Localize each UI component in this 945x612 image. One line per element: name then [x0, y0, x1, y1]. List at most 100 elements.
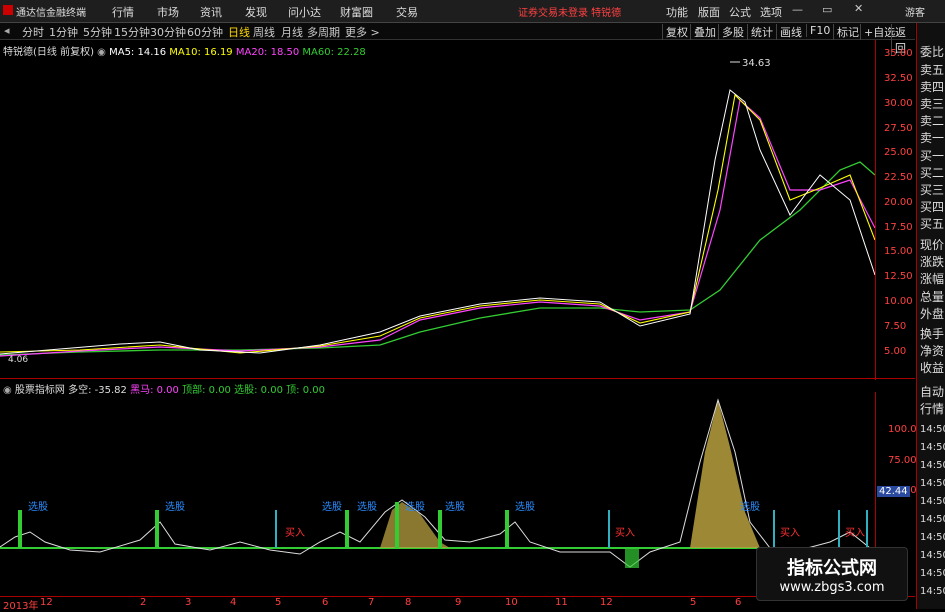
- price-tick: 30.00: [884, 98, 913, 109]
- side-item[interactable]: 换手: [920, 327, 944, 341]
- side-item[interactable]: 外盘: [920, 307, 944, 321]
- arrow-left-icon[interactable]: ◂: [4, 24, 10, 37]
- period-daily[interactable]: 日线: [228, 24, 250, 40]
- btn-huaxian[interactable]: 画线: [776, 24, 802, 40]
- menu-gongshi[interactable]: 公式: [729, 4, 751, 20]
- period-monthly[interactable]: 月线: [281, 24, 303, 40]
- side-item[interactable]: 净资: [920, 344, 944, 358]
- btn-zixuan[interactable]: +自选: [860, 24, 895, 40]
- side-item[interactable]: 卖三: [920, 97, 944, 111]
- menu-gongneng[interactable]: 功能: [666, 4, 688, 20]
- date-tick: 10: [505, 597, 518, 608]
- period-more[interactable]: 更多 >: [345, 24, 380, 40]
- negative-bar: [625, 548, 639, 568]
- app-logo-icon: [3, 5, 13, 15]
- indicator-axis: 100.0 75.00 50.00 42.44: [875, 392, 917, 567]
- indicator-current-value: 42.44: [877, 486, 910, 497]
- side-item[interactable]: 自动: [920, 385, 944, 399]
- restore-icon[interactable]: ▭: [822, 3, 832, 16]
- ma10-line: [0, 93, 875, 354]
- buy-label: 买入: [845, 527, 865, 539]
- btn-fuquan[interactable]: 复权: [662, 24, 688, 40]
- side-item[interactable]: 现价: [920, 238, 944, 252]
- side-item[interactable]: 卖五: [920, 63, 944, 77]
- btn-duogu[interactable]: 多股: [718, 24, 744, 40]
- top-menu-bar: 通达信金融终端 行情 市场 资讯 发现 问小达 财富圈 交易 证券交易未登录 特…: [0, 0, 945, 23]
- signal-bar: [608, 510, 610, 548]
- menu-shichang[interactable]: 市场: [157, 4, 179, 20]
- date-tick: 5: [275, 597, 282, 608]
- date-tick: 2013年: [3, 601, 39, 612]
- period-1min[interactable]: 1分钟: [49, 24, 78, 40]
- date-tick: 6: [735, 597, 742, 608]
- watermark-title: 指标公式网: [787, 558, 877, 579]
- side-item[interactable]: 卖一: [920, 131, 944, 145]
- side-item[interactable]: 卖四: [920, 80, 944, 94]
- signal-label: 选股: [357, 500, 377, 513]
- period-30min[interactable]: 30分钟: [150, 24, 186, 40]
- signal-bar: [438, 510, 442, 548]
- side-item[interactable]: 买二: [920, 166, 944, 180]
- date-tick: 5: [690, 597, 697, 608]
- date-tick: 4: [230, 597, 237, 608]
- price-tick: 15.00: [884, 246, 913, 257]
- side-item[interactable]: 总量: [920, 290, 944, 304]
- side-item[interactable]: 买五: [920, 217, 944, 231]
- login-notice[interactable]: 证券交易未登录 特锐德: [518, 4, 621, 19]
- close-icon[interactable]: ✕: [854, 2, 863, 15]
- minimize-icon[interactable]: —: [792, 3, 803, 16]
- app-title: 通达信金融终端: [16, 8, 86, 19]
- btn-tongji[interactable]: 统计: [747, 24, 773, 40]
- menu-faxian[interactable]: 发现: [245, 4, 267, 20]
- side-item[interactable]: 买四: [920, 200, 944, 214]
- signal-bar: [773, 510, 775, 548]
- menu-hangqing[interactable]: 行情: [112, 4, 134, 20]
- btn-diejia[interactable]: 叠加: [690, 24, 716, 40]
- period-weekly[interactable]: 周线: [253, 24, 275, 40]
- btn-biaoji[interactable]: 标记: [833, 24, 859, 40]
- price-tick: 7.50: [884, 321, 907, 332]
- menu-banmian[interactable]: 版面: [698, 4, 720, 20]
- period-fenshi[interactable]: 分时: [22, 24, 44, 40]
- side-item[interactable]: 涨跌: [920, 255, 944, 269]
- date-tick: 12: [40, 597, 53, 608]
- side-item[interactable]: 买三: [920, 183, 944, 197]
- date-tick: 8: [405, 597, 412, 608]
- side-item[interactable]: 行情: [920, 402, 944, 416]
- signal-label: 选股: [322, 500, 342, 513]
- price-tick: 35.00: [884, 48, 913, 59]
- price-chart[interactable]: 34.63 4.06: [0, 40, 875, 378]
- signal-bar: [838, 510, 840, 548]
- period-15min[interactable]: 15分钟: [114, 24, 150, 40]
- side-item[interactable]: 收益: [920, 361, 944, 375]
- price-tick: 10.00: [884, 296, 913, 307]
- tick-time: 14:50: [920, 478, 945, 489]
- side-item[interactable]: 卖二: [920, 114, 944, 128]
- menu-wenxiaoda[interactable]: 问小达: [288, 4, 321, 20]
- menu-caifuquan[interactable]: 财富圈: [340, 4, 373, 20]
- menu-xuanxiang[interactable]: 选项: [760, 4, 782, 20]
- menu-jiaoyi[interactable]: 交易: [396, 4, 418, 20]
- period-toolbar: ◂ 分时 1分钟 5分钟 15分钟 30分钟 60分钟 日线 周线 月线 多周期…: [0, 23, 915, 56]
- period-60min[interactable]: 60分钟: [187, 24, 223, 40]
- buy-label: 买入: [780, 527, 800, 539]
- period-5min[interactable]: 5分钟: [83, 24, 112, 40]
- menu-zixun[interactable]: 资讯: [200, 4, 222, 20]
- price-axis: 35.00 32.50 30.00 27.50 25.00 22.50 20.0…: [875, 40, 916, 380]
- signal-bar: [155, 510, 159, 548]
- indicator-chart[interactable]: 选股 选股 选股 选股 选股 选股 选股 选股 买入 买入 买入 买入: [0, 392, 875, 596]
- ma60-line: [0, 161, 875, 356]
- user-label[interactable]: 游客: [905, 4, 925, 19]
- side-item[interactable]: 委比: [920, 45, 944, 59]
- indicator-tick: 75.00: [888, 455, 917, 466]
- buy-label: 买入: [615, 527, 635, 539]
- tick-time: 14:50: [920, 514, 945, 525]
- price-tick: 17.50: [884, 222, 913, 233]
- tick-time: 14:50: [920, 568, 945, 579]
- signal-label: 选股: [740, 500, 760, 513]
- tick-time: 14:50: [920, 442, 945, 453]
- side-item[interactable]: 买一: [920, 149, 944, 163]
- btn-f10[interactable]: F10: [806, 24, 830, 37]
- period-multi[interactable]: 多周期: [307, 24, 340, 40]
- side-item[interactable]: 涨幅: [920, 272, 944, 286]
